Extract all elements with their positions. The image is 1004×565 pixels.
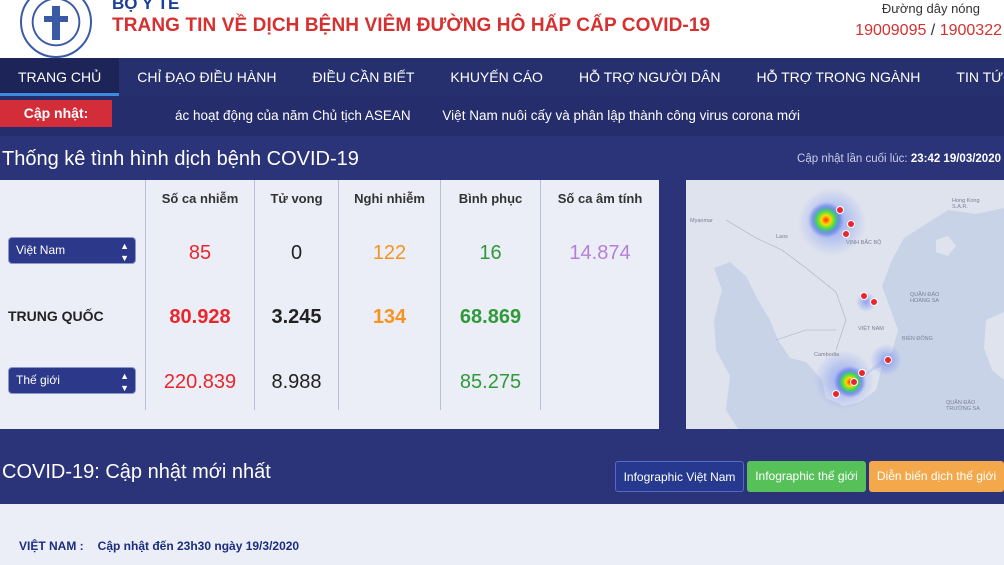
map-label: VỊNH BẮC BỘ	[846, 240, 882, 246]
col-header-infected: Số ca nhiễm	[161, 191, 239, 206]
last-update-value: 23:42 19/03/2020	[910, 153, 1001, 165]
china-label: TRUNG QUỐC	[8, 308, 104, 324]
hotline-label: Đường dây nóng	[881, 1, 980, 16]
latest-vn-text[interactable]: Cập nhật đến 23h30 ngày 19/3/2020	[98, 539, 299, 553]
latest-title: COVID-19: Cập nhật mới nhất	[2, 461, 271, 483]
vn-infected: 85	[188, 242, 212, 264]
hotline-numbers: 19009095 / 1900322	[855, 22, 1002, 40]
hotline-separator: /	[926, 22, 940, 39]
latest-vn-label: VIỆT NAM :	[19, 539, 84, 553]
map-label: VIỆT NAM	[858, 326, 884, 332]
latest-panel: VIỆT NAM : Cập nhật đến 23h30 ngày 19/3/2…	[0, 504, 1004, 565]
country-select-value: Việt Nam	[16, 243, 66, 257]
hotline-number-2[interactable]: 1900322	[940, 22, 1002, 39]
site-header: BỘ Y TẾ TRANG TIN VỀ DỊCH BỆNH VIÊM ĐƯỜN…	[0, 0, 1004, 58]
stats-panel: Việt Nam ▲ ▼ TRUNG QUỐC Thế giới ▲ ▼ Số ca…	[0, 180, 659, 429]
news-ticker: Cập nhật: ác hoạt động của năm Chủ tịch …	[0, 96, 1004, 136]
last-update: Cập nhật lần cuối lúc: 23:42 19/03/2020	[797, 153, 1001, 165]
hotline-number-1[interactable]: 19009095	[855, 22, 926, 39]
nav-item-direction[interactable]: CHỈ ĐẠO ĐIỀU HÀNH	[119, 58, 294, 96]
col-infected: Số ca nhiễm 85 80.928 220.839	[145, 180, 255, 410]
world-recovered: 85.275	[459, 371, 522, 393]
map-label: Cambodia	[814, 352, 840, 358]
ticker-label: Cập nhật:	[0, 100, 112, 127]
region-select[interactable]: Thế giới ▲ ▼	[8, 367, 136, 394]
col-recovered: Bình phục 16 68.869 85.275	[441, 180, 541, 410]
last-update-label: Cập nhật lần cuối lúc:	[797, 153, 911, 165]
infographic-vn-button[interactable]: Infographic Việt Nam	[615, 461, 744, 492]
col-header-suspected: Nghi nhiễm	[354, 191, 425, 206]
world-deaths: 8.988	[271, 371, 322, 393]
ticker-items: ác hoạt động của năm Chủ tịch ASEAN Việt…	[175, 108, 828, 123]
map-label: Myanmar	[690, 218, 713, 224]
col-negative: Số ca âm tính 14.874	[541, 180, 659, 410]
world-timeline-button[interactable]: Diễn biến dịch thế giới	[869, 461, 1004, 492]
nav-item-news[interactable]: TIN TỨC	[938, 58, 1004, 96]
cn-suspected: 134	[372, 306, 407, 328]
country-select[interactable]: Việt Nam ▲ ▼	[8, 237, 136, 264]
nav-item-industry-support[interactable]: HỖ TRỢ TRONG NGÀNH	[738, 58, 938, 96]
ticker-item[interactable]: Việt Nam nuôi cấy và phân lập thành công…	[442, 108, 800, 123]
latest-vn-update: VIỆT NAM : Cập nhật đến 23h30 ngày 19/3/2…	[19, 539, 299, 553]
vn-negative: 14.874	[569, 242, 631, 264]
logo-staff-icon	[52, 6, 60, 40]
world-infected: 220.839	[163, 371, 237, 393]
col-header-negative: Số ca âm tính	[557, 191, 643, 206]
nav-item-need-to-know[interactable]: ĐIỀU CẦN BIẾT	[294, 58, 432, 96]
col-header-recovered: Bình phục	[458, 191, 523, 206]
main-nav: TRANG CHỦ CHỈ ĐẠO ĐIỀU HÀNH ĐIỀU CẦN BIẾ…	[0, 58, 1004, 96]
map-label: QUẦN ĐẢO TRƯỜNG SA	[946, 400, 980, 412]
region-select-value: Thế giới	[16, 373, 60, 387]
map-label: Laos	[776, 234, 788, 240]
infographic-world-button[interactable]: Infographic thế giới	[747, 461, 866, 492]
ministry-name: BỘ Y TẾ	[112, 0, 180, 13]
covid-map[interactable]: Myanmar Laos VỊNH BẮC BỘ Hong Kong S.A.R…	[686, 180, 1004, 429]
logo-cross-icon	[44, 16, 68, 22]
select-arrows-icon: ▲ ▼	[120, 371, 129, 393]
cn-infected: 80.928	[169, 306, 231, 328]
site-title[interactable]: TRANG TIN VỀ DỊCH BỆNH VIÊM ĐƯỜNG HÔ HẤP…	[112, 15, 710, 37]
nav-item-citizen-support[interactable]: HỖ TRỢ NGƯỜI DÂN	[561, 58, 739, 96]
col-deaths: Tử vong 0 3.245 8.988	[255, 180, 339, 410]
vn-deaths: 0	[290, 242, 303, 264]
ticker-item[interactable]: ác hoạt động của năm Chủ tịch ASEAN	[175, 108, 411, 123]
col-suspected: Nghi nhiễm 122 134	[339, 180, 441, 410]
col-header-deaths: Tử vong	[270, 191, 323, 206]
ministry-logo[interactable]	[20, 0, 92, 58]
map-label: BIỂN ĐÔNG	[902, 336, 933, 342]
vn-suspected: 122	[372, 242, 407, 264]
map-canvas	[686, 180, 1004, 429]
map-label: Hong Kong S.A.R.	[952, 198, 980, 210]
cn-deaths: 3.245	[271, 306, 322, 328]
stats-title: Thống kê tình hình dịch bệnh COVID-19	[2, 148, 359, 170]
nav-item-home[interactable]: TRANG CHỦ	[0, 58, 120, 96]
select-arrows-icon: ▲ ▼	[120, 241, 129, 263]
map-label: QUẦN ĐẢO HOÀNG SA	[910, 292, 940, 304]
nav-item-recommendations[interactable]: KHUYẾN CÁO	[432, 58, 561, 96]
vn-recovered: 16	[479, 242, 502, 264]
cn-recovered: 68.869	[459, 306, 522, 328]
